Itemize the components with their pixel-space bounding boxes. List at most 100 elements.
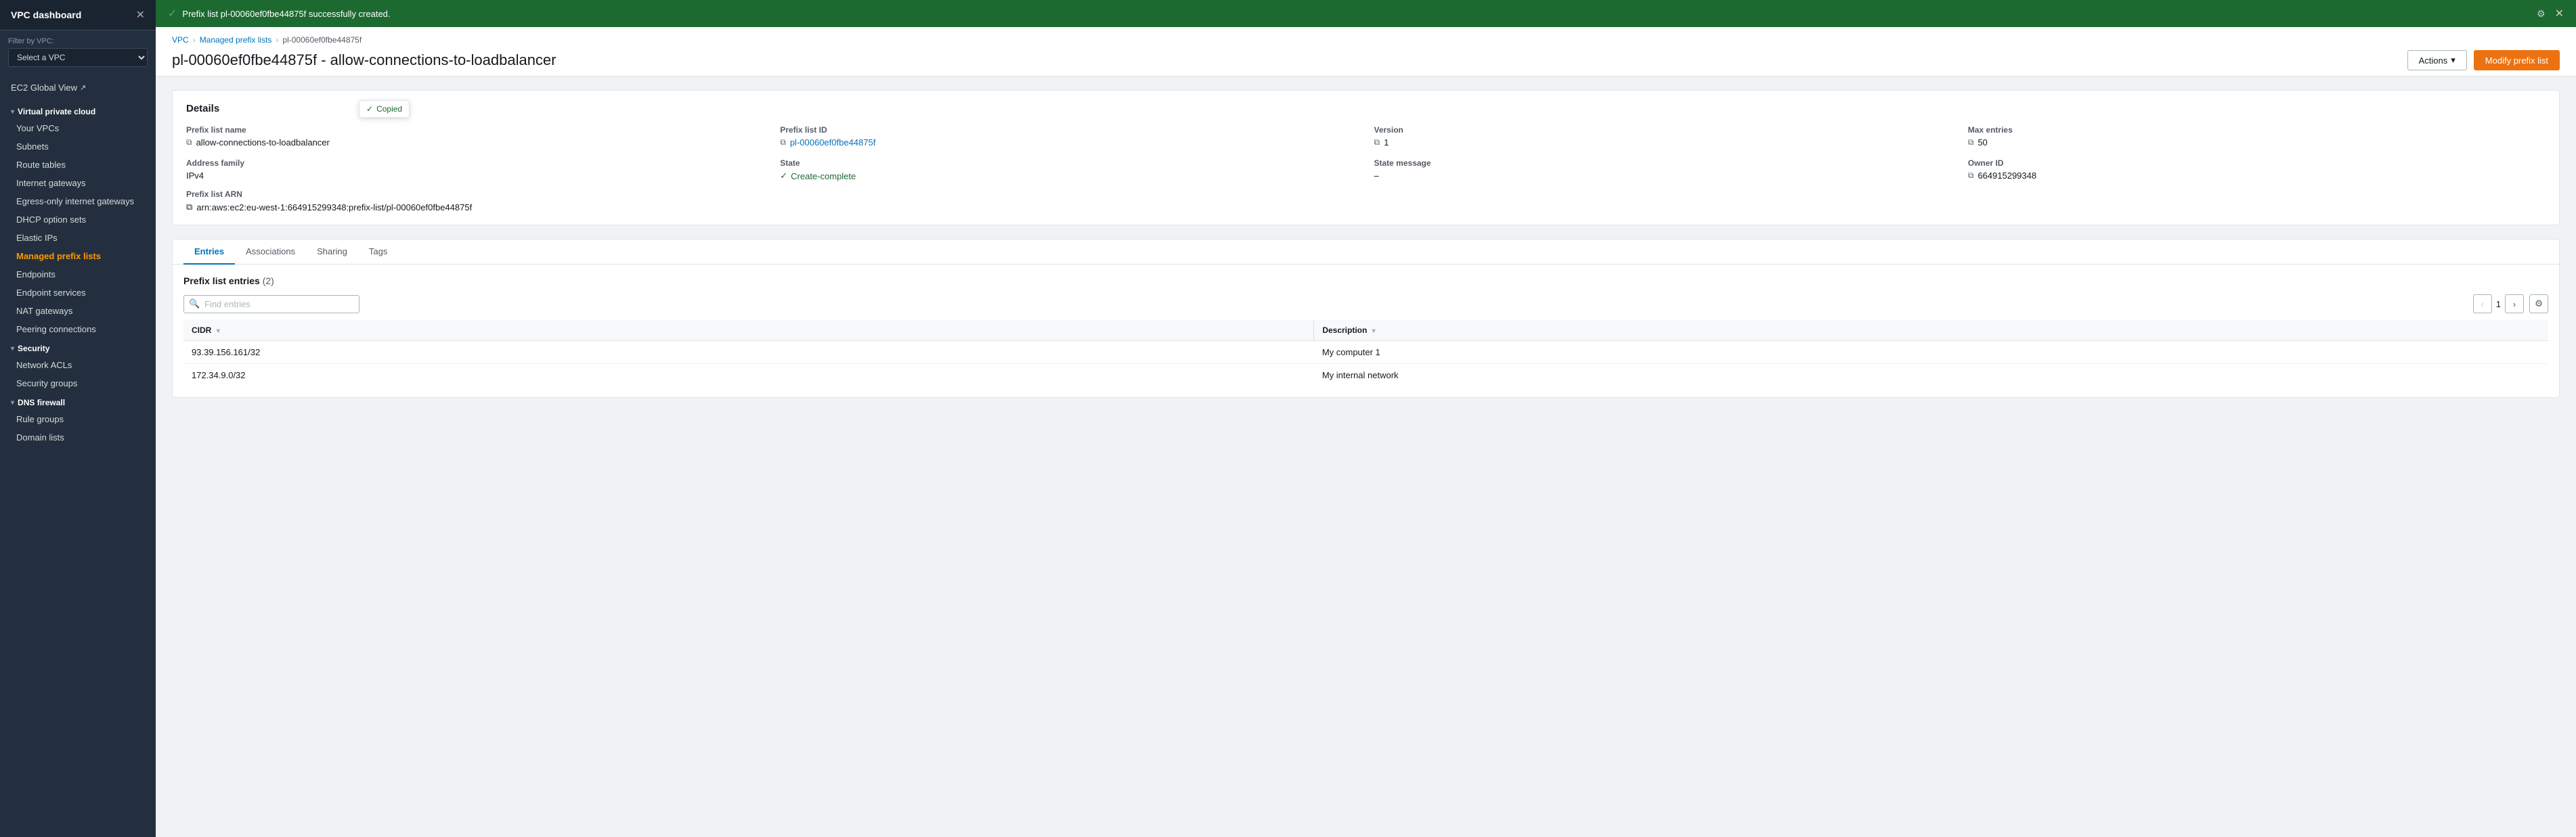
tab-entries[interactable]: Entries [183, 240, 235, 265]
sidebar-item-security-groups[interactable]: Security groups [0, 374, 156, 392]
pagination-next-button[interactable]: › [2505, 294, 2524, 313]
success-banner-message: Prefix list pl-00060ef0fbe44875f success… [182, 9, 390, 19]
detail-value-id: ⧉ pl-00060ef0fbe44875f [780, 137, 1357, 148]
success-banner-left: ✓ Prefix list pl-00060ef0fbe44875f succe… [168, 7, 391, 20]
detail-label-owner-id: Owner ID [1968, 158, 2546, 168]
sidebar-item-egress-only[interactable]: Egress-only internet gateways [0, 192, 156, 210]
app-layout: VPC dashboard ✕ Filter by VPC: Select a … [0, 0, 2576, 837]
sidebar: VPC dashboard ✕ Filter by VPC: Select a … [0, 0, 156, 837]
modify-prefix-list-button[interactable]: Modify prefix list [2474, 50, 2560, 70]
copy-owner-id-icon[interactable]: ⧉ [1968, 171, 1974, 181]
tab-tags[interactable]: Tags [358, 240, 398, 265]
table-settings-button[interactable]: ⚙ [2529, 294, 2548, 313]
sidebar-item-managed-prefix-lists[interactable]: Managed prefix lists [0, 247, 156, 265]
col-header-cidr: CIDR ▾ [183, 320, 1314, 341]
entries-table-head: CIDR ▾ Description ▾ [183, 320, 2548, 341]
detail-label-name: Prefix list name [186, 125, 764, 135]
entries-table-header-row: CIDR ▾ Description ▾ [183, 320, 2548, 341]
vpc-filter-select[interactable]: Select a VPC [8, 48, 148, 67]
cell-description-1: My internal network [1314, 364, 2548, 387]
detail-arn-row: Prefix list ARN ⧉ arn:aws:ec2:eu-west-1:… [186, 189, 2546, 212]
detail-label-version: Version [1374, 125, 1952, 135]
detail-value-state-message: – [1374, 171, 1952, 181]
tab-associations[interactable]: Associations [235, 240, 306, 265]
breadcrumb: VPC › Managed prefix lists › pl-00060ef0… [172, 35, 2560, 45]
tab-sharing[interactable]: Sharing [306, 240, 358, 265]
search-icon: 🔍 [189, 298, 200, 309]
sidebar-item-internet-gateways[interactable]: Internet gateways [0, 174, 156, 192]
sidebar-group-vpc-header[interactable]: ▾ Virtual private cloud [0, 101, 156, 119]
sidebar-item-nat-gateways[interactable]: NAT gateways [0, 302, 156, 320]
copy-max-entries-icon[interactable]: ⧉ [1968, 137, 1974, 148]
vpc-group-arrow: ▾ [11, 108, 14, 116]
detail-value-owner-id: ⧉ 664915299348 [1968, 171, 2546, 181]
sidebar-header: VPC dashboard ✕ [0, 0, 156, 30]
sidebar-ec2-section: EC2 Global View ↗ [0, 74, 156, 101]
cidr-sort-icon[interactable]: ▾ [217, 327, 220, 335]
breadcrumb-sep-2: › [276, 35, 278, 45]
detail-label-id: Prefix list ID [780, 125, 1357, 135]
sidebar-item-peering-connections[interactable]: Peering connections [0, 320, 156, 338]
detail-value-max-entries: ⧉ 50 [1968, 137, 2546, 148]
copy-id-icon[interactable]: ⧉ [780, 137, 786, 148]
tabs-header: Entries Associations Sharing Tags [173, 240, 2559, 265]
copied-text: Copied [376, 104, 402, 114]
sidebar-group-dns-header[interactable]: ▾ DNS firewall [0, 392, 156, 410]
detail-max-entries: Max entries ⧉ 50 [1968, 125, 2546, 148]
detail-owner-id: Owner ID ⧉ 664915299348 [1968, 158, 2546, 181]
sidebar-item-rule-groups[interactable]: Rule groups [0, 410, 156, 428]
description-sort-icon[interactable]: ▾ [1372, 327, 1376, 335]
sidebar-item-domain-lists[interactable]: Domain lists [0, 428, 156, 447]
success-check-icon: ✓ [168, 7, 177, 20]
page-title: pl-00060ef0fbe44875f - allow-connections… [172, 51, 556, 69]
sidebar-item-route-tables[interactable]: Route tables [0, 156, 156, 174]
detail-value-name: ⧉ allow-connections-to-loadbalancer [186, 137, 764, 148]
sidebar-item-your-vpcs[interactable]: Your VPCs [0, 119, 156, 137]
entries-count: (2) [263, 275, 274, 286]
sidebar-close-icon[interactable]: ✕ [136, 8, 145, 22]
sidebar-item-dhcp[interactable]: DHCP option sets [0, 210, 156, 229]
detail-label-arn: Prefix list ARN [186, 189, 2546, 199]
copy-arn-icon[interactable]: ⧉ [186, 202, 192, 212]
banner-settings-icon[interactable]: ⚙ [2537, 8, 2546, 20]
breadcrumb-managed-link[interactable]: Managed prefix lists [200, 35, 272, 45]
detail-prefix-list-name: Prefix list name ⧉ allow-connections-to-… [186, 125, 764, 148]
detail-address-family: Address family IPv4 [186, 158, 764, 181]
copy-name-icon[interactable]: ⧉ [186, 137, 192, 148]
search-entries-input[interactable] [183, 295, 359, 313]
detail-state-message: State message – [1374, 158, 1952, 181]
actions-button[interactable]: Actions ▾ [2407, 50, 2467, 70]
breadcrumb-vpc-link[interactable]: VPC [172, 35, 189, 45]
sidebar-item-endpoint-services[interactable]: Endpoint services [0, 284, 156, 302]
sidebar-group-security-header[interactable]: ▾ Security [0, 338, 156, 356]
tabs-container: Entries Associations Sharing Tags Prefix… [172, 239, 2560, 398]
sidebar-item-subnets[interactable]: Subnets [0, 137, 156, 156]
copy-version-icon[interactable]: ⧉ [1374, 137, 1380, 148]
cell-cidr-1: 172.34.9.0/32 [183, 364, 1314, 387]
sidebar-item-network-acls[interactable]: Network ACLs [0, 356, 156, 374]
detail-prefix-list-id: Prefix list ID ⧉ pl-00060ef0fbe44875f [780, 125, 1357, 148]
sidebar-group-security: ▾ Security Network ACLs Security groups [0, 338, 156, 392]
sidebar-group-vpc: ▾ Virtual private cloud Your VPCs Subnet… [0, 101, 156, 338]
state-check-icon: ✓ [780, 171, 787, 181]
copied-tooltip: ✓ Copied [359, 100, 410, 118]
details-grid: Prefix list name ⧉ allow-connections-to-… [186, 125, 2546, 181]
banner-close-icon[interactable]: ✕ [2555, 7, 2564, 20]
detail-state: State ✓ Create-complete [780, 158, 1357, 181]
detail-value-address-family: IPv4 [186, 171, 764, 181]
sidebar-group-dns: ▾ DNS firewall Rule groups Domain lists [0, 392, 156, 447]
sidebar-item-ec2-global-view[interactable]: EC2 Global View ↗ [0, 78, 156, 97]
table-row: 93.39.156.161/32 My computer 1 [183, 341, 2548, 364]
details-card: Details ✓ Copied Prefix list name ⧉ allo… [172, 90, 2560, 225]
pagination-prev-button[interactable]: ‹ [2473, 294, 2492, 313]
breadcrumb-current: pl-00060ef0fbe44875f [282, 35, 362, 45]
main-content: ✓ Prefix list pl-00060ef0fbe44875f succe… [156, 0, 2576, 837]
breadcrumb-sep-1: › [193, 35, 196, 45]
page-title-row: pl-00060ef0fbe44875f - allow-connections… [172, 50, 2560, 70]
sidebar-item-elastic-ips[interactable]: Elastic IPs [0, 229, 156, 247]
detail-label-max-entries: Max entries [1968, 125, 2546, 135]
dns-group-arrow: ▾ [11, 399, 14, 407]
detail-value-version: ⧉ 1 [1374, 137, 1952, 148]
details-card-title: Details [186, 103, 2546, 114]
sidebar-item-endpoints[interactable]: Endpoints [0, 265, 156, 284]
